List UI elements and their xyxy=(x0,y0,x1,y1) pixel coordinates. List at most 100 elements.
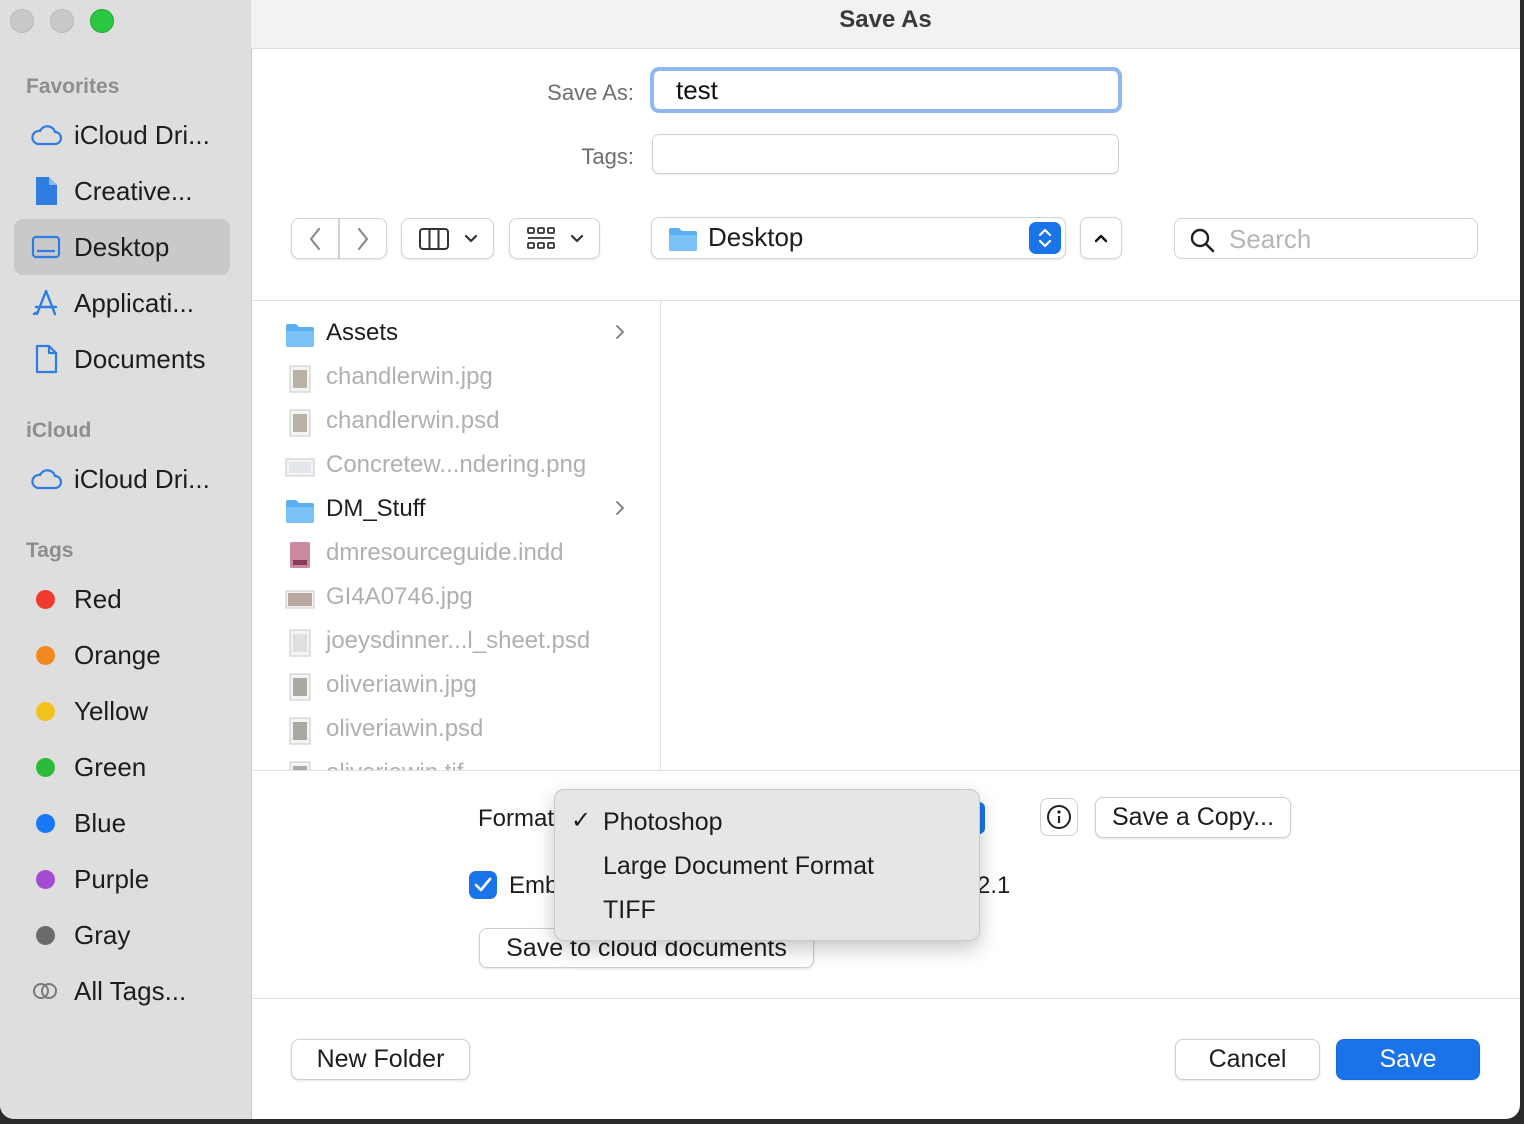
view-mode-button[interactable] xyxy=(401,218,494,259)
save-as-label: Save As: xyxy=(547,80,634,105)
chevron-down-icon xyxy=(464,234,477,242)
sidebar-item-label: Green xyxy=(74,751,147,782)
tag-dot xyxy=(36,645,55,665)
sidebar-item-label: Creative... xyxy=(74,175,193,206)
list-item[interactable]: oliveriawin.psd xyxy=(251,709,660,753)
format-menu: ✓ Photoshop Large Document Format TIFF xyxy=(554,789,980,941)
checkmark-icon: ✓ xyxy=(571,807,592,834)
list-item[interactable]: dmresourceguide.indd xyxy=(251,533,660,577)
checkmark-icon xyxy=(474,877,492,892)
new-folder-button[interactable]: New Folder xyxy=(291,1039,470,1080)
divider xyxy=(251,770,1520,771)
sidebar-tag-gray[interactable]: Gray xyxy=(14,907,230,963)
group-by-button[interactable] xyxy=(509,218,600,259)
minimize-window-button[interactable] xyxy=(50,9,74,33)
menu-item-tiff[interactable]: TIFF xyxy=(603,896,656,925)
dialog-title: Save As xyxy=(839,6,932,33)
file-name: joeysdinner...l_sheet.psd xyxy=(326,627,591,654)
cancel-button[interactable]: Cancel xyxy=(1175,1039,1320,1080)
sidebar-tag-red[interactable]: Red xyxy=(14,571,230,627)
columns-view-icon xyxy=(418,227,449,250)
info-button[interactable] xyxy=(1040,798,1078,836)
sidebar-tag-yellow[interactable]: Yellow xyxy=(14,683,230,739)
sidebar-item-applications[interactable]: Applicati... xyxy=(14,275,230,331)
sidebar-tag-blue[interactable]: Blue xyxy=(14,795,230,851)
list-item[interactable]: oliveriawin.tif xyxy=(251,753,660,770)
list-item[interactable]: Assets xyxy=(251,313,660,357)
cloud-icon xyxy=(30,463,62,495)
back-button[interactable] xyxy=(291,218,339,259)
sidebar-item-label: All Tags... xyxy=(74,975,187,1006)
save-a-copy-button[interactable]: Save a Copy... xyxy=(1095,797,1291,838)
sidebar-item-label: iCloud Dri... xyxy=(74,463,210,494)
close-window-button[interactable] xyxy=(10,9,34,33)
format-label: Format xyxy=(478,805,555,832)
sidebar-tag-purple[interactable]: Purple xyxy=(14,851,230,907)
save-as-input[interactable]: test xyxy=(650,67,1122,113)
chevron-right-icon xyxy=(357,227,369,250)
chevron-right-icon xyxy=(616,325,625,339)
list-item[interactable]: Concretew...ndering.png xyxy=(251,445,660,489)
sidebar-all-tags[interactable]: All Tags... xyxy=(14,963,230,1019)
indesign-file-icon xyxy=(290,542,310,568)
file-name: oliveriawin.tif xyxy=(326,759,463,770)
file-name: oliveriawin.psd xyxy=(326,715,484,742)
save-as-dialog: Favorites iCloud Dri... Creative... Desk… xyxy=(0,0,1520,1119)
tag-dot xyxy=(36,813,55,833)
search-field[interactable]: Search xyxy=(1174,218,1478,259)
zoom-window-button[interactable] xyxy=(90,9,114,33)
save-button[interactable]: Save xyxy=(1336,1039,1480,1080)
document-icon xyxy=(30,343,62,375)
sidebar-item-label: Blue xyxy=(74,807,127,838)
embed-label: Emb xyxy=(509,872,559,899)
menu-item-photoshop[interactable]: Photoshop xyxy=(603,808,723,837)
tag-dot xyxy=(36,925,55,945)
sidebar-tag-orange[interactable]: Orange xyxy=(14,627,230,683)
cloud-icon xyxy=(30,119,62,151)
file-name: Concretew...ndering.png xyxy=(326,451,587,478)
image-file-icon xyxy=(289,761,311,770)
sidebar-item-label: iCloud Dri... xyxy=(74,119,210,150)
sidebar-item-icloud-drive[interactable]: iCloud Dri... xyxy=(14,107,230,163)
sidebar-tag-green[interactable]: Green xyxy=(14,739,230,795)
collapse-button[interactable] xyxy=(1080,217,1122,259)
favorites-header: Favorites xyxy=(26,75,120,98)
file-name: chandlerwin.jpg xyxy=(326,363,493,390)
sidebar-item-desktop[interactable]: Desktop xyxy=(14,219,230,275)
file-name: oliveriawin.jpg xyxy=(326,671,477,698)
list-item[interactable]: chandlerwin.psd xyxy=(251,401,660,445)
menu-item-large-document-format[interactable]: Large Document Format xyxy=(603,852,874,881)
search-icon xyxy=(1190,228,1215,253)
file-name: chandlerwin.psd xyxy=(326,407,500,434)
sidebar-item-creative[interactable]: Creative... xyxy=(14,163,230,219)
up-down-stepper-icon xyxy=(1029,222,1061,254)
list-item[interactable]: joeysdinner...l_sheet.psd xyxy=(251,621,660,665)
background-edge xyxy=(1520,0,1524,1124)
list-item[interactable]: chandlerwin.jpg xyxy=(251,357,660,401)
tags-label: Tags: xyxy=(581,144,634,169)
forward-button[interactable] xyxy=(339,218,387,259)
sidebar-item-documents[interactable]: Documents xyxy=(14,331,230,387)
list-item[interactable]: oliveriawin.jpg xyxy=(251,665,660,709)
list-item[interactable]: GI4A0746.jpg xyxy=(251,577,660,621)
tag-dot xyxy=(36,589,55,609)
search-placeholder: Search xyxy=(1229,224,1312,254)
file-name: Assets xyxy=(326,319,399,346)
location-popup[interactable]: Desktop xyxy=(651,217,1066,259)
tags-input[interactable] xyxy=(652,134,1119,174)
tag-dot xyxy=(36,701,55,721)
sidebar-item-label: Orange xyxy=(74,639,161,670)
group-grid-icon xyxy=(526,226,555,249)
image-file-icon xyxy=(289,409,311,437)
sidebar-item-label: Gray xyxy=(74,919,131,950)
divider xyxy=(251,998,1520,999)
desktop-icon xyxy=(30,231,62,263)
embed-checkbox[interactable] xyxy=(469,871,497,899)
embed-suffix: 2.1 xyxy=(977,872,1011,899)
sidebar-item-icloud-drive-2[interactable]: iCloud Dri... xyxy=(14,451,230,507)
list-item[interactable]: DM_Stuff xyxy=(251,489,660,533)
file-list: Assets chandlerwin.jpg chandlerwin.psd C… xyxy=(251,301,660,770)
folder-icon xyxy=(286,500,314,523)
image-file-icon xyxy=(289,673,311,701)
image-file-icon xyxy=(285,590,315,609)
